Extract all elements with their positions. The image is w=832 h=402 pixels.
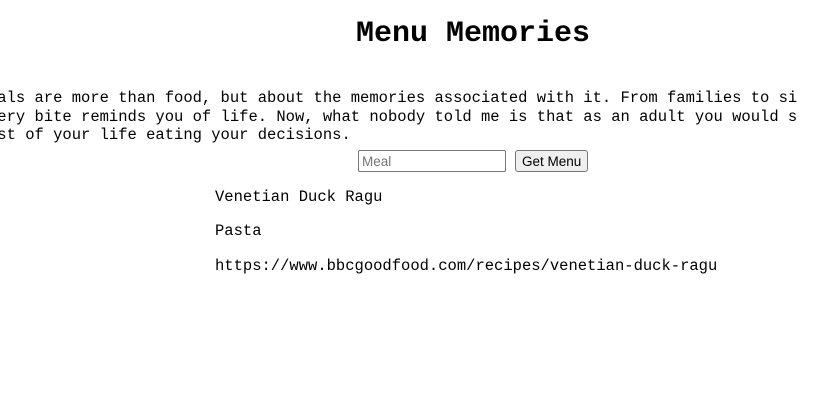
get-menu-button[interactable]: Get Menu [515, 150, 589, 172]
intro-paragraph: eals are more than food, but about the m… [0, 89, 832, 145]
intro-line: est of your life eating your decisions. [0, 126, 351, 144]
intro-line: very bite reminds you of life. Now, what… [0, 107, 798, 126]
result-meal-name: Venetian Duck Ragu [215, 188, 383, 206]
result-category: Pasta [215, 222, 262, 240]
meal-input[interactable] [358, 150, 506, 172]
meal-search-form: Get Menu [358, 150, 589, 172]
result-source-url: https://www.bbcgoodfood.com/recipes/vene… [215, 257, 718, 275]
intro-line: eals are more than food, but about the m… [0, 89, 798, 107]
page-title: Menu Memories [355, 17, 591, 51]
